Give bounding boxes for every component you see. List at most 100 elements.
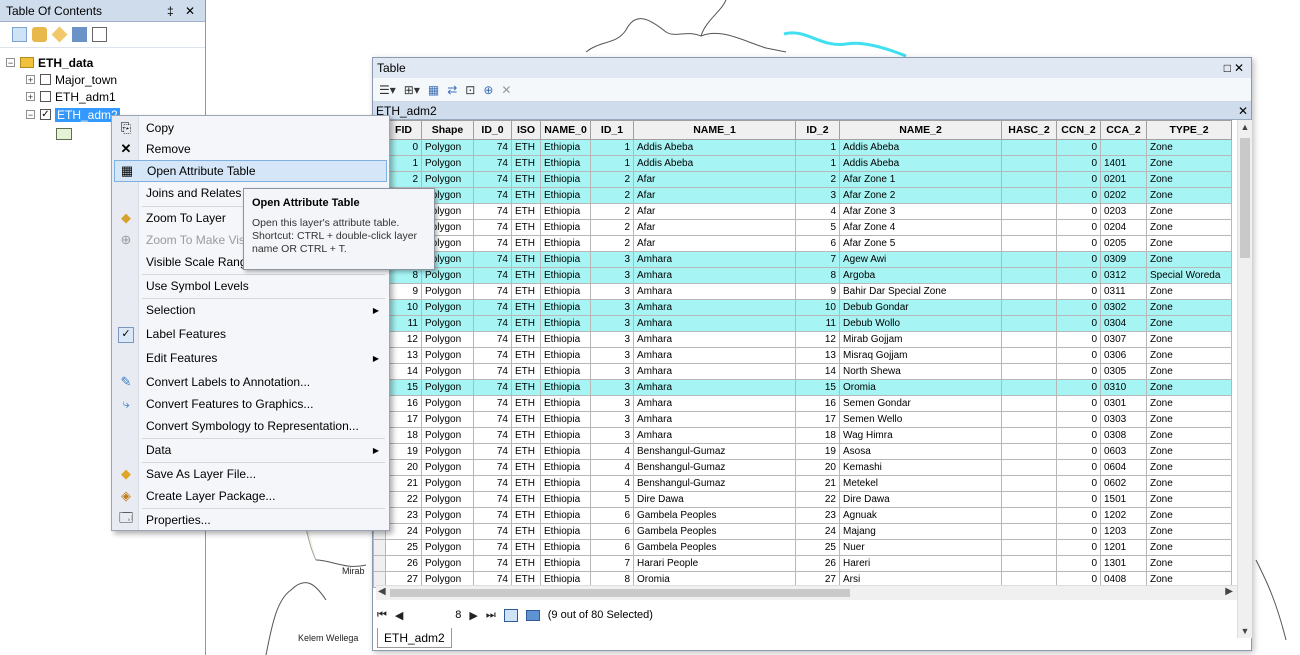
table-cell[interactable]: Ethiopia — [540, 219, 591, 236]
toc-layer-row-selected[interactable]: − ✓ ETH_adm2 — [26, 106, 120, 123]
menu-item-use-symbol-levels[interactable]: Use Symbol Levels — [114, 275, 387, 297]
toc-layer-row[interactable]: + Major_town — [26, 71, 117, 88]
list-by-source-icon[interactable] — [32, 27, 47, 42]
scroll-thumb[interactable] — [390, 589, 850, 597]
menu-item-selection[interactable]: Selection ▶ — [114, 299, 387, 321]
table-row[interactable]: 4Polygon74ETHEthiopia2Afar4Afar Zone 300… — [373, 203, 1232, 220]
table-cell[interactable]: 0 — [1056, 363, 1101, 380]
table-row[interactable]: 22 Polygon 74 ETH Ethiopia 5 Dire Dawa 22 Dire D… — [373, 491, 1232, 508]
collapse-icon[interactable]: − — [6, 58, 15, 68]
table-row[interactable]: 23 Polygon 74 ETH Ethiopia 6 Gambela Peoples 23… — [373, 507, 1232, 524]
table-cell[interactable] — [1001, 155, 1057, 172]
menu-item-copy[interactable]: ⎘ Copy — [114, 117, 387, 139]
table-cell[interactable]: 12 — [795, 331, 840, 348]
table-cell[interactable]: 0 — [1056, 539, 1101, 556]
table-cell[interactable]: Zone — [1146, 299, 1232, 316]
table-tab[interactable]: ETH_adm2 — [377, 628, 452, 648]
table-cell[interactable]: 3 — [590, 283, 634, 300]
table-cell[interactable]: Zone — [1146, 187, 1232, 204]
table-cell[interactable]: 9 — [795, 283, 840, 300]
layer-visibility-checkbox[interactable]: ✓ — [40, 109, 51, 120]
table-cell[interactable]: 23 — [795, 507, 840, 524]
table-cell[interactable]: ETH — [511, 523, 541, 540]
table-cell[interactable]: Majang — [839, 523, 1002, 540]
table-cell[interactable]: Zone — [1146, 283, 1232, 300]
table-row[interactable]: 11 Polygon 74 ETH Ethiopia 3 Amhara 11 Debub Wol… — [373, 315, 1232, 332]
toc-layer-row[interactable]: + ETH_adm1 — [26, 88, 116, 105]
table-cell[interactable]: Polygon — [421, 411, 474, 428]
table-cell[interactable]: 1203 — [1100, 523, 1147, 540]
table-cell[interactable]: Polygon — [421, 347, 474, 364]
table-cell[interactable]: Polygon — [421, 507, 474, 524]
table-cell[interactable]: Afar — [633, 203, 796, 220]
table-cell[interactable]: 22 — [795, 491, 840, 508]
column-header[interactable]: Shape — [421, 120, 474, 140]
table-cell[interactable]: 74 — [473, 219, 512, 236]
table-cell[interactable] — [1001, 507, 1057, 524]
table-cell[interactable]: 1 — [795, 155, 840, 172]
table-row[interactable]: 9 Polygon 74 ETH Ethiopia 3 Amhara 9 Bahir Dar S… — [373, 283, 1232, 300]
table-cell[interactable]: Semen Wello — [839, 411, 1002, 428]
table-cell[interactable]: 3 — [590, 411, 634, 428]
table-cell[interactable]: ETH — [511, 363, 541, 380]
previous-record-icon[interactable]: ◀ — [395, 609, 403, 622]
table-cell[interactable]: 11 — [385, 315, 422, 332]
table-cell[interactable]: Zone — [1146, 347, 1232, 364]
table-cell[interactable]: Zone — [1146, 539, 1232, 556]
table-cell[interactable]: ETH — [511, 219, 541, 236]
table-cell[interactable]: Amhara — [633, 283, 796, 300]
expand-icon[interactable]: + — [26, 75, 35, 85]
table-cell[interactable] — [1001, 219, 1057, 236]
table-cell[interactable]: 26 — [795, 555, 840, 572]
current-record-field[interactable]: 8 — [411, 609, 461, 621]
table-window-title-bar[interactable]: Table □✕ — [373, 58, 1251, 78]
table-cell[interactable]: 10 — [385, 299, 422, 316]
table-cell[interactable] — [1001, 347, 1057, 364]
column-header[interactable]: CCN_2 — [1056, 120, 1101, 140]
table-cell[interactable] — [1001, 395, 1057, 412]
toc-window-buttons[interactable]: ‡ ✕ — [167, 4, 199, 18]
table-cell[interactable]: ETH — [511, 283, 541, 300]
table-cell[interactable]: 2 — [590, 171, 634, 188]
table-cell[interactable]: Polygon — [421, 395, 474, 412]
table-cell[interactable]: 3 — [590, 379, 634, 396]
table-cell[interactable]: Afar — [633, 171, 796, 188]
table-cell[interactable]: ETH — [511, 267, 541, 284]
table-row[interactable]: 0 Polygon 74 ETH Ethiopia 1 Addis Abeba 1 Addis … — [373, 139, 1232, 156]
table-cell[interactable]: 24 — [385, 523, 422, 540]
table-cell[interactable]: Zone — [1146, 443, 1232, 460]
menu-item-convert-symbology-to-representation[interactable]: Convert Symbology to Representation... — [114, 415, 387, 437]
table-cell[interactable]: 0 — [1056, 427, 1101, 444]
table-cell[interactable]: Ethiopia — [540, 235, 591, 252]
table-cell[interactable]: 74 — [473, 299, 512, 316]
table-cell[interactable]: 4 — [590, 443, 634, 460]
table-cell[interactable]: 14 — [795, 363, 840, 380]
table-cell[interactable]: Agew Awi — [839, 251, 1002, 268]
table-cell[interactable]: 26 — [385, 555, 422, 572]
table-cell[interactable]: 74 — [473, 315, 512, 332]
table-cell[interactable]: Ethiopia — [540, 507, 591, 524]
table-cell[interactable]: 11 — [795, 315, 840, 332]
table-cell[interactable] — [1001, 443, 1057, 460]
table-row[interactable]: 21 Polygon 74 ETH Ethiopia 4 Benshangul-Gumaz 2… — [373, 475, 1232, 492]
table-row[interactable]: 16 Polygon 74 ETH Ethiopia 3 Amhara 16 Semen Gon… — [373, 395, 1232, 412]
table-cell[interactable]: 0 — [1056, 251, 1101, 268]
table-cell[interactable]: Ethiopia — [540, 267, 591, 284]
table-cell[interactable]: ETH — [511, 251, 541, 268]
table-row[interactable]: 2 Polygon 74 ETH Ethiopia 2 Afar 2 Afar Zone 100… — [373, 171, 1232, 188]
table-cell[interactable]: 6 — [590, 539, 634, 556]
table-cell[interactable] — [1001, 363, 1057, 380]
table-cell[interactable]: Zone — [1146, 315, 1232, 332]
table-cell[interactable]: 0308 — [1100, 427, 1147, 444]
table-cell[interactable]: Ethiopia — [540, 299, 591, 316]
table-cell[interactable]: 0 — [1056, 523, 1101, 540]
table-cell[interactable]: 1201 — [1100, 539, 1147, 556]
menu-item-convert-labels-to-annotation[interactable]: ✎ Convert Labels to Annotation... — [114, 371, 387, 393]
table-cell[interactable]: Zone — [1146, 235, 1232, 252]
table-cell[interactable]: Amhara — [633, 395, 796, 412]
table-cell[interactable]: Semen Gondar — [839, 395, 1002, 412]
table-cell[interactable]: 6 — [590, 523, 634, 540]
column-header[interactable]: NAME_2 — [839, 120, 1002, 140]
table-cell[interactable] — [1001, 187, 1057, 204]
list-by-visibility-icon[interactable] — [51, 26, 68, 43]
